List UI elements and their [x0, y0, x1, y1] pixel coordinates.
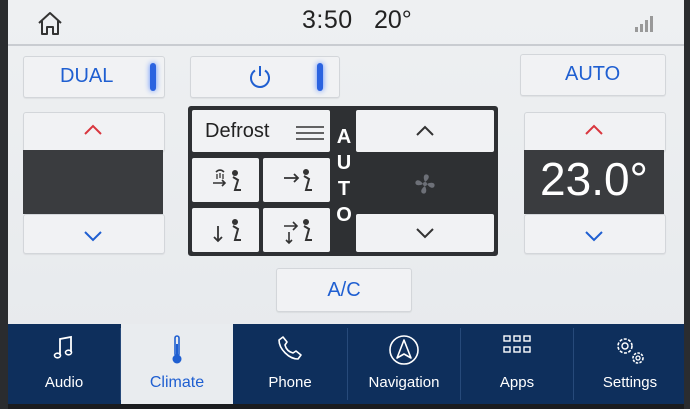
- phone-icon: [278, 336, 302, 360]
- thermometer-icon: [172, 335, 182, 364]
- chevron-up-icon: [84, 124, 102, 135]
- home-button[interactable]: [34, 8, 66, 38]
- face-feet-airflow-button[interactable]: [263, 208, 330, 252]
- nav-phone[interactable]: Phone: [234, 324, 346, 404]
- nav-climate-label: Climate: [149, 374, 205, 391]
- chevron-up-icon: [585, 124, 603, 135]
- auto-letter-a: A: [336, 126, 352, 148]
- right-temp-display: 23.0°: [524, 150, 664, 214]
- auto-label: AUTO: [565, 63, 621, 85]
- left-bezel: [0, 0, 8, 409]
- bottom-nav-bar: Audio Climate Phone Navigation Apps Sett…: [8, 324, 684, 404]
- power-button[interactable]: [190, 56, 340, 98]
- status-divider: [8, 44, 684, 46]
- face-airflow-button[interactable]: [263, 158, 330, 202]
- climate-screen: 3:50 20° DUAL AUTO Defrost A U T O 23.0°…: [8, 0, 684, 404]
- right-temp-control: 23.0°: [524, 112, 666, 254]
- clock: 3:50: [302, 6, 353, 34]
- outside-temperature: 20°: [374, 6, 412, 34]
- windshield-face-airflow-icon: [213, 169, 241, 191]
- ac-label: A/C: [327, 279, 361, 301]
- music-note-icon: [53, 335, 73, 359]
- apps-grid-icon: [503, 335, 531, 353]
- fan-speed-up-button[interactable]: [356, 110, 494, 152]
- right-temp-up-button[interactable]: [524, 112, 666, 152]
- nav-apps[interactable]: Apps: [461, 324, 573, 404]
- auto-button[interactable]: AUTO: [520, 54, 666, 96]
- signal-icon: [635, 16, 653, 32]
- power-icon: [250, 66, 270, 88]
- auto-vertical-label: A U T O: [336, 106, 352, 256]
- right-bezel: [684, 0, 690, 409]
- feet-airflow-icon: [213, 219, 241, 243]
- ac-button[interactable]: A/C: [276, 268, 412, 312]
- windshield-face-airflow-button[interactable]: [192, 158, 259, 202]
- auto-letter-o: O: [336, 204, 352, 226]
- nav-apps-label: Apps: [499, 374, 535, 391]
- home-icon: [38, 12, 62, 35]
- feet-airflow-button[interactable]: [192, 208, 259, 252]
- defrost-button[interactable]: Defrost: [192, 110, 330, 152]
- chevron-down-icon: [585, 231, 603, 242]
- chevron-up-icon: [416, 125, 434, 136]
- fan-icon: [415, 174, 435, 194]
- menu-icon: [296, 126, 324, 140]
- airflow-and-fan-panel: Defrost A U T O: [188, 106, 498, 256]
- nav-audio-label: Audio: [44, 374, 84, 391]
- nav-climate[interactable]: Climate: [121, 324, 233, 404]
- auto-letter-t: T: [337, 178, 351, 200]
- face-feet-airflow-icon: [284, 219, 312, 245]
- dual-button[interactable]: DUAL: [23, 56, 165, 98]
- defrost-label: Defrost: [205, 120, 270, 142]
- left-temp-up-button[interactable]: [23, 112, 165, 152]
- right-temp-down-button[interactable]: [524, 214, 666, 254]
- auto-letter-u: U: [336, 152, 352, 174]
- face-airflow-icon: [284, 169, 312, 191]
- nav-phone-label: Phone: [268, 374, 312, 391]
- chevron-down-icon: [84, 231, 102, 242]
- dual-label: DUAL: [60, 65, 114, 87]
- navigation-arrow-icon: [389, 335, 419, 365]
- chevron-down-icon: [416, 228, 434, 239]
- left-temp-control: [23, 112, 165, 254]
- settings-gears-icon: [617, 338, 644, 364]
- left-temp-down-button[interactable]: [23, 214, 165, 254]
- dual-indicator: [150, 63, 156, 91]
- nav-settings-label: Settings: [602, 374, 658, 391]
- nav-settings[interactable]: Settings: [574, 324, 684, 404]
- status-bar: 3:50 20°: [8, 0, 684, 44]
- nav-navigation-label: Navigation: [368, 374, 440, 391]
- nav-navigation[interactable]: Navigation: [348, 324, 460, 404]
- power-indicator: [317, 63, 323, 91]
- left-temp-display: [23, 150, 163, 214]
- nav-audio[interactable]: Audio: [8, 324, 120, 404]
- right-temp-value: 23.0°: [540, 153, 648, 205]
- fan-speed-display: [356, 156, 494, 212]
- fan-speed-down-button[interactable]: [356, 214, 494, 252]
